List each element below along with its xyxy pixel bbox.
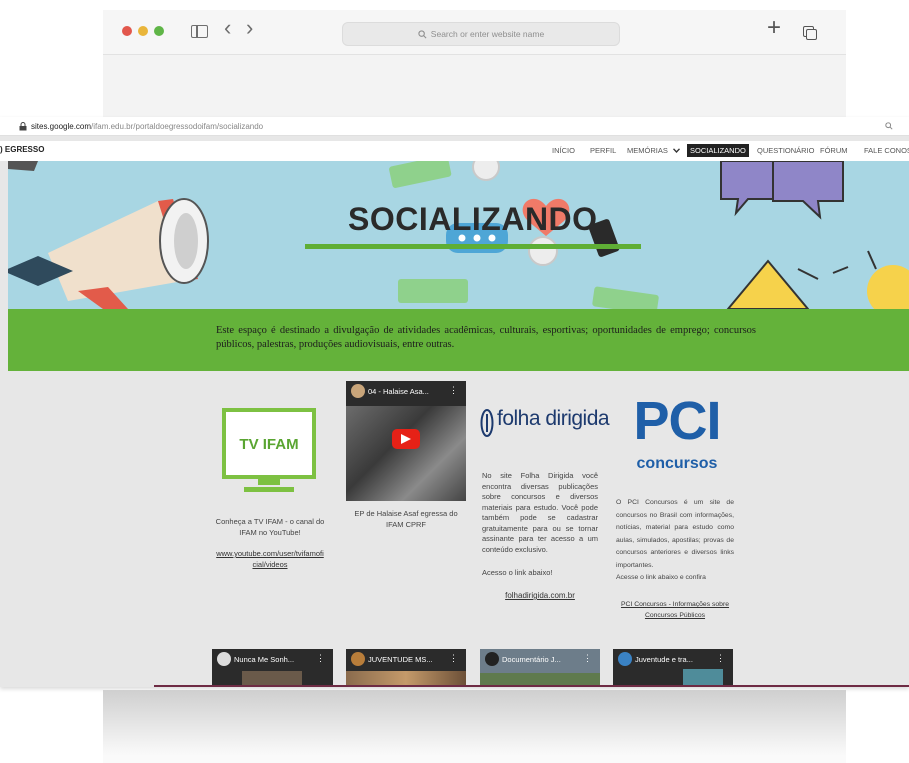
video-title: Nunca Me Sonh... (234, 655, 295, 664)
search-icon (418, 29, 427, 38)
pci-description: O PCI Concursos é um site de concursos n… (616, 499, 734, 569)
play-button-icon[interactable] (392, 429, 420, 449)
browser-window-bottom (103, 690, 846, 763)
pci-concursos-logo[interactable]: PCI concursos (618, 391, 733, 480)
nav-fale-conosco[interactable]: FALE CONOSC (864, 146, 909, 155)
pci-logo-text: PCI (633, 391, 721, 451)
sidebar-toggle-icon[interactable] (191, 25, 208, 38)
nav-socializando[interactable]: SOCIALIZANDO (687, 144, 749, 157)
nav-memorias[interactable]: MEMÓRIAS (627, 146, 668, 155)
pci-cta: Acesse o link abaixo e confira (616, 574, 706, 581)
pci-link[interactable]: PCI Concursos - Informações sobre Concur… (616, 600, 734, 621)
nav-forum[interactable]: FÓRUM (820, 146, 848, 155)
tv-ifam-logo-text: TV IFAM (239, 436, 299, 453)
folha-description: No site Folha Dirigida você encontra div… (482, 471, 598, 554)
video-thumbnail-3[interactable]: Documentário J... ⋮ (480, 649, 600, 685)
site-brand[interactable]: ) EGRESSO (0, 145, 44, 154)
folha-logo-text: folha dirigida (497, 407, 610, 430)
nav-perfil[interactable]: PERFIL (590, 146, 616, 155)
more-options-icon[interactable]: ⋮ (449, 385, 458, 396)
more-options-icon[interactable]: ⋮ (716, 653, 725, 664)
website-page: sites.google.com/ifam.edu.br/portaldoegr… (0, 117, 909, 687)
folha-dirigida-logo[interactable]: folha dirigida (480, 404, 610, 440)
video-thumbnail-2[interactable]: JUVENTUDE MS... ⋮ (346, 649, 466, 685)
channel-avatar (618, 652, 632, 666)
tv-ifam-logo[interactable]: TV IFAM (222, 408, 316, 492)
channel-avatar (485, 652, 499, 666)
maximize-window-button[interactable] (154, 26, 164, 36)
back-button[interactable]: ‹ (224, 17, 231, 39)
tv-ifam-caption: Conheça a TV IFAM - o canal do IFAM no Y… (215, 517, 325, 537)
close-window-button[interactable] (122, 26, 132, 36)
divider-line (154, 685, 909, 687)
video-title: Juventude e tra... (635, 655, 693, 664)
folha-link[interactable]: folhadirigida.com.br (482, 591, 598, 602)
video-title: JUVENTUDE MS... (368, 655, 433, 664)
video-title: Documentário J... (502, 655, 561, 664)
channel-avatar (217, 652, 231, 666)
site-navigation: ) EGRESSO INÍCIO PERFIL MEMÓRIAS SOCIALI… (0, 141, 909, 161)
pci-logo-subtext: concursos (636, 455, 718, 472)
channel-avatar (351, 652, 365, 666)
forward-button[interactable]: › (246, 17, 253, 39)
intro-band: Este espaço é destinado a divulgação de … (8, 309, 909, 371)
nav-inicio[interactable]: INÍCIO (552, 146, 575, 155)
address-bar[interactable]: Search or enter website name (342, 22, 620, 46)
video-caption: EP de Halaise Asaf egressa do IFAM CPRF (354, 509, 458, 529)
more-options-icon[interactable]: ⋮ (583, 653, 592, 664)
intro-text: Este espaço é destinado a divulgação de … (216, 325, 756, 350)
video-thumbnail-halaise[interactable]: 04 - Halaise Asa... ⋮ (346, 381, 466, 501)
url-path: /ifam.edu.br/portaldoegressodoifam/socia… (91, 121, 264, 131)
address-placeholder: Search or enter website name (430, 29, 545, 39)
lock-icon (19, 121, 27, 130)
video-title: 04 - Halaise Asa... (368, 387, 429, 396)
new-tab-button[interactable]: + (767, 16, 781, 40)
channel-avatar (351, 384, 365, 398)
folha-logo-icon (480, 409, 494, 437)
zoom-icon[interactable] (885, 122, 893, 130)
chevron-down-icon[interactable] (673, 148, 680, 153)
minimize-window-button[interactable] (138, 26, 148, 36)
page-url-bar[interactable]: sites.google.com/ifam.edu.br/portaldoegr… (0, 117, 909, 136)
video-thumbnail-4[interactable]: Juventude e tra... ⋮ (613, 649, 733, 685)
more-options-icon[interactable]: ⋮ (449, 653, 458, 664)
more-options-icon[interactable]: ⋮ (316, 653, 325, 664)
video-thumbnail-1[interactable]: Nunca Me Sonh... ⋮ (212, 649, 333, 685)
url-host: sites.google.com (31, 121, 92, 131)
tv-ifam-link[interactable]: www.youtube.com/user/tvifamoficial/video… (215, 549, 325, 570)
folha-cta: Acesso o link abaixo! (482, 568, 553, 577)
nav-questionario[interactable]: QUESTIONÁRIO (757, 146, 815, 155)
hero-banner: SOCIALIZANDO (8, 161, 909, 309)
page-title: SOCIALIZANDO (348, 201, 598, 237)
title-underline (305, 244, 641, 249)
browser-window: ‹ › Search or enter website name + (103, 10, 846, 120)
browser-toolbar: ‹ › Search or enter website name + (103, 10, 846, 55)
tab-overview-icon[interactable] (803, 26, 817, 40)
